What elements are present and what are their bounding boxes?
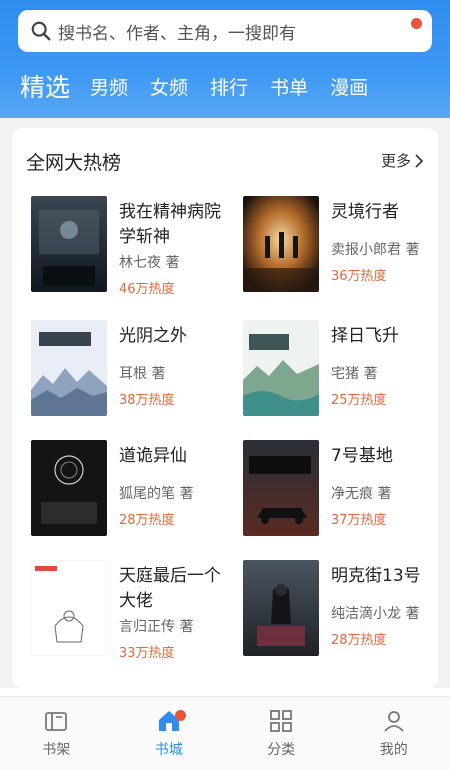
profile-icon xyxy=(381,708,407,734)
book-heat: 28万热度 xyxy=(331,629,387,648)
book-title: 择日飞升 xyxy=(331,324,438,349)
tab-male[interactable]: 男频 xyxy=(90,79,128,110)
book-cover[interactable] xyxy=(243,196,319,292)
book-author: 净无痕 著 xyxy=(331,483,391,503)
nav-bookstore[interactable]: 书城 xyxy=(113,697,226,770)
tab-ranking[interactable]: 排行 xyxy=(210,79,248,110)
book-heat: 25万热度 xyxy=(331,389,387,408)
tab-booklist[interactable]: 书单 xyxy=(270,79,308,110)
book-item[interactable]: 道诡异仙 狐尾的笔 著 28万热度 xyxy=(31,440,231,536)
book-heat: 38万热度 xyxy=(119,389,175,408)
hot-ranking-card: 全网大热榜 更多 我在精神病院学斩神 林七夜 著 46万热度 xyxy=(12,128,438,688)
book-cover[interactable] xyxy=(31,196,107,292)
channel-tabs: 精选 男频 女频 排行 书单 漫画 xyxy=(0,66,450,110)
book-item[interactable]: 7号基地 净无痕 著 37万热度 xyxy=(243,440,438,536)
nav-bookshelf-label: 书架 xyxy=(42,739,70,759)
book-item[interactable]: 灵境行者 卖报小郎君 著 36万热度 xyxy=(243,196,438,292)
book-title: 天庭最后一个大佬 xyxy=(119,564,235,614)
tab-female[interactable]: 女频 xyxy=(150,79,188,110)
section-title: 全网大热榜 xyxy=(26,148,121,175)
book-heat: 33万热度 xyxy=(119,642,175,661)
nav-bookstore-label: 书城 xyxy=(155,739,183,759)
book-cover[interactable] xyxy=(243,440,319,536)
notification-dot xyxy=(411,18,422,29)
nav-bookshelf[interactable]: 书架 xyxy=(0,697,113,770)
book-title: 我在精神病院学斩神 xyxy=(119,200,235,250)
book-title: 灵境行者 xyxy=(331,200,438,225)
bottom-nav: 书架 书城 分类 我的 xyxy=(0,696,450,770)
book-title: 明克街13号 xyxy=(331,564,438,589)
book-cover[interactable] xyxy=(31,320,107,416)
book-heat: 37万热度 xyxy=(331,509,387,528)
search-icon xyxy=(30,20,52,42)
book-cover[interactable] xyxy=(243,320,319,416)
category-grid-icon xyxy=(268,708,294,734)
book-author: 林七夜 著 xyxy=(119,252,179,272)
top-header: 搜书名、作者、主角，一搜即有 精选 男频 女频 排行 书单 漫画 xyxy=(0,0,450,118)
more-label: 更多 xyxy=(381,150,411,171)
book-author: 言归正传 著 xyxy=(119,616,193,636)
book-author: 狐尾的笔 著 xyxy=(119,483,193,503)
search-placeholder: 搜书名、作者、主角，一搜即有 xyxy=(58,19,296,44)
book-item[interactable]: 我在精神病院学斩神 林七夜 著 46万热度 xyxy=(31,196,231,292)
book-cover[interactable] xyxy=(31,440,107,536)
nav-category-label: 分类 xyxy=(267,739,295,759)
book-heat: 46万热度 xyxy=(119,278,175,297)
book-item[interactable]: 择日飞升 宅猪 著 25万热度 xyxy=(243,320,438,416)
book-title: 7号基地 xyxy=(331,444,438,469)
more-link[interactable]: 更多 xyxy=(381,150,424,171)
book-heat: 36万热度 xyxy=(331,265,387,284)
bookshelf-icon xyxy=(43,708,69,734)
book-item[interactable]: 明克街13号 纯洁滴小龙 著 28万热度 xyxy=(243,560,438,656)
scroll-edge xyxy=(0,688,450,696)
nav-profile[interactable]: 我的 xyxy=(338,697,450,770)
book-heat: 28万热度 xyxy=(119,509,175,528)
tab-comics[interactable]: 漫画 xyxy=(330,79,368,110)
search-bar[interactable]: 搜书名、作者、主角，一搜即有 xyxy=(18,10,432,52)
book-author: 宅猪 著 xyxy=(331,363,377,383)
tab-featured[interactable]: 精选 xyxy=(20,75,70,110)
book-author: 卖报小郎君 著 xyxy=(331,239,419,259)
chevron-right-icon xyxy=(414,154,424,168)
book-author: 纯洁滴小龙 著 xyxy=(331,603,419,623)
book-item[interactable]: 天庭最后一个大佬 言归正传 著 33万热度 xyxy=(31,560,231,656)
nav-badge-dot xyxy=(175,710,186,721)
book-item[interactable]: 光阴之外 耳根 著 38万热度 xyxy=(31,320,231,416)
book-cover[interactable] xyxy=(243,560,319,656)
nav-profile-label: 我的 xyxy=(380,739,408,759)
book-title: 光阴之外 xyxy=(119,324,235,349)
nav-category[interactable]: 分类 xyxy=(225,697,338,770)
book-author: 耳根 著 xyxy=(119,363,165,383)
book-cover[interactable] xyxy=(31,560,107,656)
book-title: 道诡异仙 xyxy=(119,444,235,469)
